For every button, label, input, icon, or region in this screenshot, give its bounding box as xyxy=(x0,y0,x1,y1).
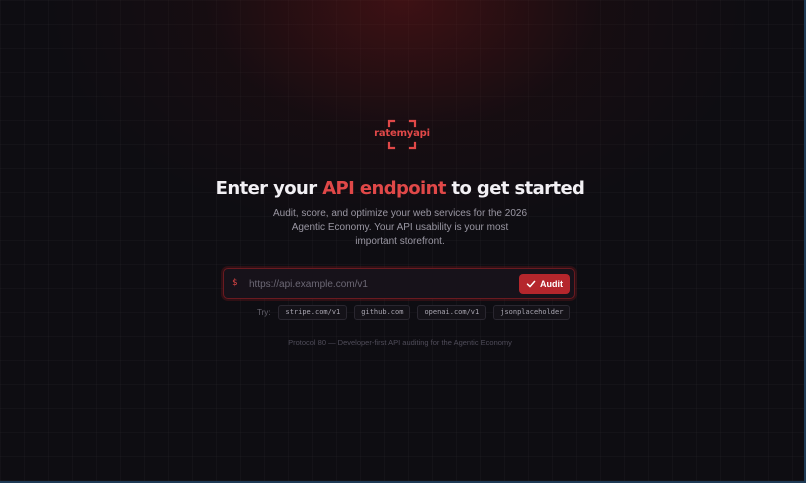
suggestions-label: Try: xyxy=(257,308,271,317)
endpoint-input[interactable] xyxy=(249,274,511,294)
page-title: Enter your API endpoint to get started xyxy=(0,178,800,199)
landing-page: ratemyapi Enter your API endpoint to get… xyxy=(0,0,806,483)
suggestion-chip-openai[interactable]: openai.com/v1 xyxy=(417,305,487,320)
check-icon xyxy=(526,280,536,288)
prompt-prefix: $ xyxy=(232,278,238,288)
audit-button[interactable]: Audit xyxy=(519,274,570,294)
page-subtitle: Audit, score, and optimize your web serv… xyxy=(272,208,528,247)
suggestion-chip-github[interactable]: github.com xyxy=(354,305,411,320)
logo-text: ratemyapi xyxy=(374,128,430,139)
footer-tagline: Protocol 80 — Developer-first API auditi… xyxy=(288,338,512,347)
audit-button-label: Audit xyxy=(540,279,563,289)
suggestion-chip-stripe[interactable]: stripe.com/v1 xyxy=(278,305,348,320)
suggestions-row: Try: stripe.com/v1 github.com openai.com… xyxy=(257,305,571,320)
suggestion-chip-jsonplaceholder[interactable]: jsonplaceholder xyxy=(493,305,571,320)
page-title-accent: API endpoint xyxy=(322,178,446,199)
page-title-after: to get started xyxy=(445,178,585,199)
endpoint-search-box: $ Audit xyxy=(223,268,575,299)
page-title-before: Enter your xyxy=(215,178,323,199)
logo[interactable]: ratemyapi xyxy=(373,118,431,152)
